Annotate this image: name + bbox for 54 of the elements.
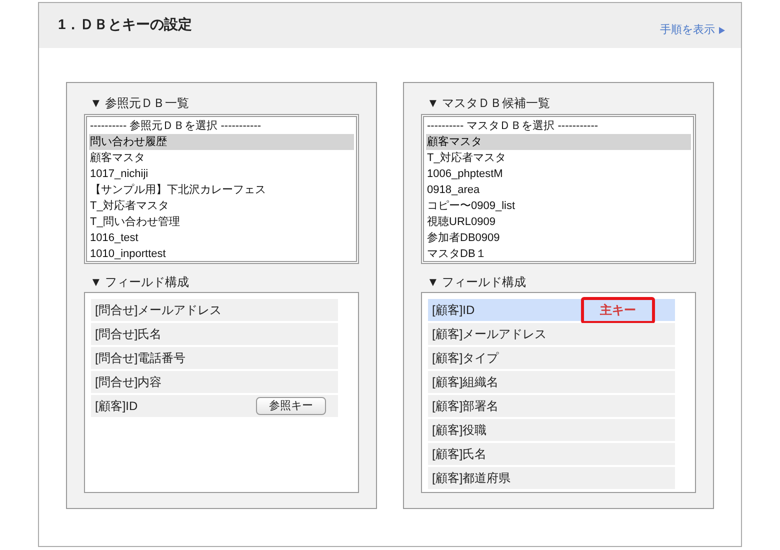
listbox-option[interactable]: ---------- 参照元ＤＢを選択 ----------- xyxy=(89,118,354,134)
field-row[interactable]: [顧客]都道府県 xyxy=(428,467,675,489)
listbox-option[interactable]: 顧客マスタ xyxy=(89,150,354,166)
reference-key-button[interactable]: 参照キー xyxy=(256,397,326,415)
field-row[interactable]: [問合せ]メールアドレス xyxy=(91,299,338,321)
field-row[interactable]: [顧客]氏名 xyxy=(428,443,675,465)
field-name: [問合せ]電話番号 xyxy=(95,350,186,367)
field-name: [顧客]メールアドレス xyxy=(432,326,547,343)
field-name: [問合せ]メールアドレス xyxy=(95,302,222,319)
listbox-option[interactable]: 参加者DB0909 xyxy=(426,230,691,246)
field-row[interactable]: [問合せ]電話番号 xyxy=(91,347,338,369)
db-listbox[interactable]: ---------- マスタＤＢを選択 ----------- 顧客マスタ T_対応者マスタ 1006_phptestM 0918_area コピー〜0909_list 視聴URL0909 参加者DB0909 マスタDB１ xyxy=(421,114,696,264)
db-listbox[interactable]: ---------- 参照元ＤＢを選択 ----------- 問い合わせ履歴 顧客マスタ 1017_nichiji 【サンプル用】下北沢カレーフェス T_対応者マスタ T_問い合わせ管理 1016_test 1010_inporttest xyxy=(84,114,359,264)
field-row[interactable]: [問合せ]内容 xyxy=(91,371,338,393)
listbox-option[interactable]: 1010_inporttest xyxy=(89,246,354,261)
listbox-option[interactable]: コピー〜0909_list xyxy=(426,198,691,214)
section-heading: ▼ 参照元ＤＢ一覧 xyxy=(89,95,190,111)
field-name: [顧客]氏名 xyxy=(432,446,487,463)
listbox-option[interactable]: ---------- マスタＤＢを選択 ----------- xyxy=(426,118,691,134)
field-row[interactable]: [顧客]メールアドレス xyxy=(428,323,675,345)
listbox-option[interactable]: マスタDB１ xyxy=(426,246,691,261)
listbox-option[interactable]: 0918_area xyxy=(426,182,691,198)
listbox-option[interactable]: 問い合わせ履歴 xyxy=(89,134,354,150)
field-row[interactable]: [顧客]ID 主キー xyxy=(428,299,675,321)
field-row[interactable]: [顧客]部署名 xyxy=(428,395,675,417)
section-heading: ▼ マスタＤＢ候補一覧 xyxy=(426,95,552,111)
field-row[interactable]: [顧客]役職 xyxy=(428,419,675,441)
field-name: [顧客]タイプ xyxy=(432,350,499,367)
field-row[interactable]: [顧客]ID 参照キー xyxy=(91,395,338,417)
field-name: [顧客]部署名 xyxy=(432,398,499,415)
field-row[interactable]: [問合せ]氏名 xyxy=(91,323,338,345)
section-heading: ▼ フィールド構成 xyxy=(89,274,190,290)
listbox-option[interactable]: T_対応者マスタ xyxy=(89,198,354,214)
listbox-option[interactable]: 視聴URL0909 xyxy=(426,214,691,230)
listbox-option[interactable]: T_対応者マスタ xyxy=(426,150,691,166)
listbox-option[interactable]: 1006_phptestM xyxy=(426,166,691,182)
field-row[interactable]: [顧客]タイプ xyxy=(428,347,675,369)
field-name: [顧客]組織名 xyxy=(432,374,499,391)
field-name: [顧客]ID xyxy=(95,398,138,415)
triangle-icon xyxy=(719,26,725,34)
listbox-option[interactable]: 1016_test xyxy=(89,230,354,246)
show-steps-link[interactable]: 手順を表示 xyxy=(660,22,725,38)
section-heading: ▼ フィールド構成 xyxy=(426,274,528,290)
field-name: [問合せ]氏名 xyxy=(95,326,162,343)
field-name: [顧客]ID xyxy=(432,302,475,319)
field-name: [問合せ]内容 xyxy=(95,374,162,391)
listbox-option[interactable]: 1017_nichiji xyxy=(89,166,354,182)
listbox-option[interactable]: 【サンプル用】下北沢カレーフェス xyxy=(89,182,354,198)
listbox-option[interactable]: 顧客マスタ xyxy=(426,134,691,150)
field-name: [顧客]役職 xyxy=(432,422,487,439)
field-name: [顧客]都道府県 xyxy=(432,470,511,487)
section-title: 1．ＤＢとキーの設定 xyxy=(58,15,192,34)
field-row[interactable]: [顧客]組織名 xyxy=(428,371,675,393)
listbox-option[interactable]: T_問い合わせ管理 xyxy=(89,214,354,230)
